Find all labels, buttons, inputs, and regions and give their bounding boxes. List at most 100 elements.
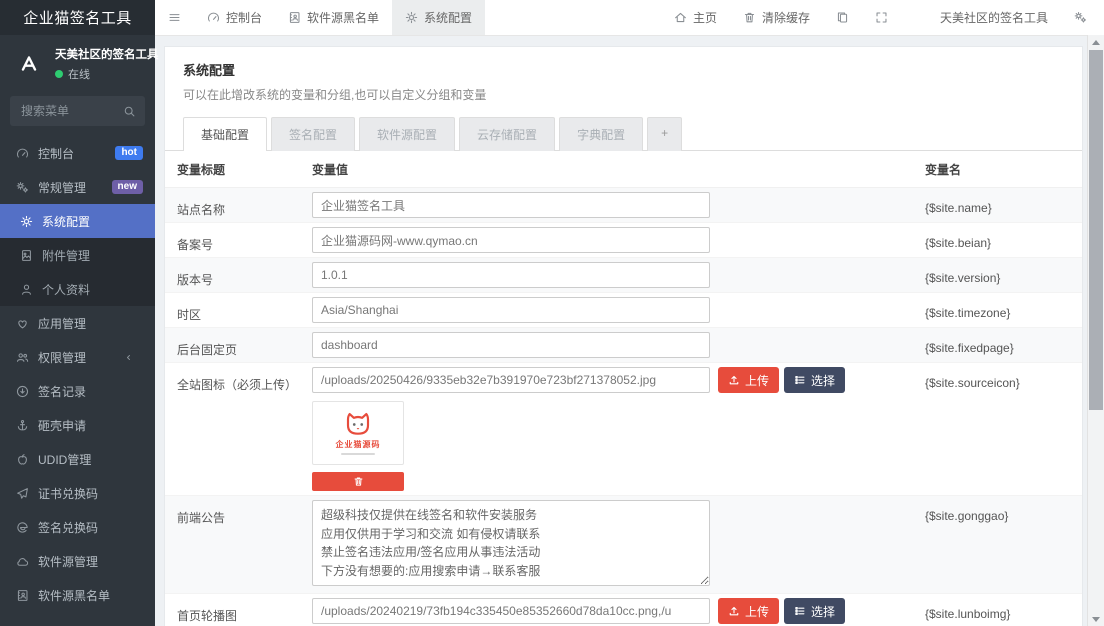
sidebar-item-attachments-label: 附件管理 [42, 247, 90, 264]
row-fixedpage-input[interactable] [312, 332, 710, 358]
sidebar-item-profile[interactable]: 个人资料 [0, 272, 155, 306]
row-fixedpage-label: 后台固定页 [177, 332, 312, 358]
site-icon-preview-subline [341, 453, 375, 455]
sidebar: 企业猫签名工具 天美社区的签名工具 在线 控制台hot常规管理new系统配置附件… [0, 0, 155, 626]
delete-image-button[interactable] [312, 472, 404, 491]
nav-source-blacklist[interactable]: 软件源黑名单 [275, 0, 392, 35]
user-icon [20, 283, 33, 296]
sidebar-item-dashboard[interactable]: 控制台hot [0, 136, 155, 170]
sidebar-item-sign-records[interactable]: 签名记录 [0, 374, 155, 408]
nav-home[interactable]: 主页 [661, 0, 730, 35]
page-scrollbar[interactable] [1087, 35, 1104, 626]
row-site-name-input[interactable] [312, 192, 710, 218]
chevron-left-icon [123, 352, 134, 363]
choose-button[interactable]: 选择 [784, 367, 845, 393]
scrollbar-thumb[interactable] [1089, 50, 1103, 410]
sidebar-item-shell-requests[interactable]: 砸壳申请 [0, 408, 155, 442]
sidebar-item-source-manage[interactable]: 软件源管理 [0, 544, 155, 578]
nav-user[interactable]: 天美社区的签名工具 [901, 0, 1061, 35]
sidebar-item-permissions-label: 权限管理 [38, 349, 86, 366]
tab-basic[interactable]: 基础配置 [183, 117, 267, 151]
user-avatar[interactable] [12, 47, 46, 81]
config-card: 系统配置 可以在此增改系统的变量和分组,也可以自定义分组和变量 基础配置签名配置… [165, 47, 1082, 626]
site-icon-preview-text: 企业猫源码 [336, 439, 381, 450]
cogs-icon [1074, 11, 1087, 24]
row-beian-input[interactable] [312, 227, 710, 253]
online-status-label: 在线 [68, 66, 90, 82]
row-timezone: 时区{$site.timezone} [165, 293, 1082, 328]
sidebar-item-sign-codes[interactable]: 签名兑换码 [0, 510, 155, 544]
row-timezone-varname: {$site.timezone} [925, 297, 1070, 323]
row-version-input[interactable] [312, 262, 710, 288]
row-site-name-label: 站点名称 [177, 192, 312, 218]
tab-source[interactable]: 软件源配置 [359, 117, 455, 151]
upload-icon [728, 605, 740, 617]
search-input[interactable] [19, 103, 123, 119]
row-version-varname: {$site.version} [925, 262, 1070, 288]
row-site-name-value-cell [312, 192, 925, 218]
cogs-icon [16, 181, 29, 194]
nav-settings[interactable] [1061, 0, 1100, 35]
sidebar-item-cert-codes[interactable]: 证书兑换码 [0, 476, 155, 510]
row-timezone-input[interactable] [312, 297, 710, 323]
tab-add[interactable]: + [647, 117, 682, 151]
sidebar-item-source-blacklist[interactable]: 软件源黑名单 [0, 578, 155, 612]
sidebar-item-shell-requests-label: 砸壳申请 [38, 417, 86, 434]
row-timezone-input-line [312, 297, 925, 323]
sidebar-user-panel: 天美社区的签名工具 在线 [0, 35, 155, 92]
row-sourceicon-input[interactable] [312, 367, 710, 393]
sidebar-item-apps[interactable]: 应用管理 [0, 306, 155, 340]
tab-cloud-storage[interactable]: 云存储配置 [459, 117, 555, 151]
row-lunboimg: 首页轮播图上传选择{$site.lunboimg} [165, 594, 1082, 626]
row-site-name: 站点名称{$site.name} [165, 188, 1082, 223]
upload-button[interactable]: 上传 [718, 598, 779, 624]
row-lunboimg-input[interactable] [312, 598, 710, 624]
config-table-body: 站点名称{$site.name}备案号{$site.beian}版本号{$sit… [165, 188, 1082, 626]
sidebar-item-udid[interactable]: UDID管理 [0, 442, 155, 476]
row-gonggao-value-cell: 超级科技仅提供在线签名和软件安装服务 应用仅供用于学习和交流 如有侵权请联系 禁… [312, 500, 925, 589]
nav-dashboard[interactable]: 控制台 [194, 0, 275, 35]
sidebar-item-attachments[interactable]: 附件管理 [0, 238, 155, 272]
user-status: 在线 [55, 66, 143, 82]
choose-button-label: 选择 [811, 603, 835, 620]
row-beian-varname: {$site.beian} [925, 227, 1070, 253]
search-icon[interactable] [123, 105, 136, 118]
row-fixedpage-varname: {$site.fixedpage} [925, 332, 1070, 358]
row-site-name-input-line [312, 192, 925, 218]
menu-toggle[interactable] [155, 0, 194, 35]
sidebar-item-general[interactable]: 常规管理new [0, 170, 155, 204]
sidebar-item-system-config[interactable]: 系统配置 [0, 204, 155, 238]
nav-fullscreen[interactable] [862, 0, 901, 35]
user-meta: 天美社区的签名工具 在线 [55, 46, 143, 82]
nav-system-config[interactable]: 系统配置 [392, 0, 485, 35]
upload-button[interactable]: 上传 [718, 367, 779, 393]
nav-clear-cache[interactable]: 清除缓存 [730, 0, 823, 35]
home-icon [674, 11, 687, 24]
row-beian-label: 备案号 [177, 227, 312, 253]
sidebar-menu: 控制台hot常规管理new系统配置附件管理个人资料应用管理权限管理签名记录砸壳申… [0, 136, 155, 612]
scroll-down-arrow[interactable] [1088, 612, 1104, 626]
upload-icon [728, 374, 740, 386]
scroll-up-arrow[interactable] [1088, 35, 1104, 49]
nav-home-label: 主页 [693, 9, 717, 26]
choose-button[interactable]: 选择 [784, 598, 845, 624]
tab-sign[interactable]: 签名配置 [271, 117, 355, 151]
upload-button-label: 上传 [745, 603, 769, 620]
row-sourceicon-value-cell: 上传选择企业猫源码 [312, 367, 925, 491]
sidebar-item-permissions[interactable]: 权限管理 [0, 340, 155, 374]
cat-logo-icon [343, 412, 373, 437]
copy-icon [836, 11, 849, 24]
nav-system-config-label: 系统配置 [424, 9, 472, 26]
expand-icon [875, 11, 888, 24]
row-fixedpage-input-line [312, 332, 925, 358]
row-gonggao-textarea[interactable]: 超级科技仅提供在线签名和软件安装服务 应用仅供用于学习和交流 如有侵权请联系 禁… [312, 500, 710, 586]
anchor-icon [16, 419, 29, 432]
nav-copy[interactable] [823, 0, 862, 35]
tab-dict[interactable]: 字典配置 [559, 117, 643, 151]
top-nav-left: 控制台软件源黑名单 系统配置 [155, 0, 485, 35]
col-header-value: 变量值 [312, 161, 925, 178]
nav-clear-cache-label: 清除缓存 [762, 9, 810, 26]
main-content: 系统配置 可以在此增改系统的变量和分组,也可以自定义分组和变量 基础配置签名配置… [155, 35, 1088, 626]
sidebar-item-udid-label: UDID管理 [38, 451, 91, 468]
row-timezone-value-cell [312, 297, 925, 323]
